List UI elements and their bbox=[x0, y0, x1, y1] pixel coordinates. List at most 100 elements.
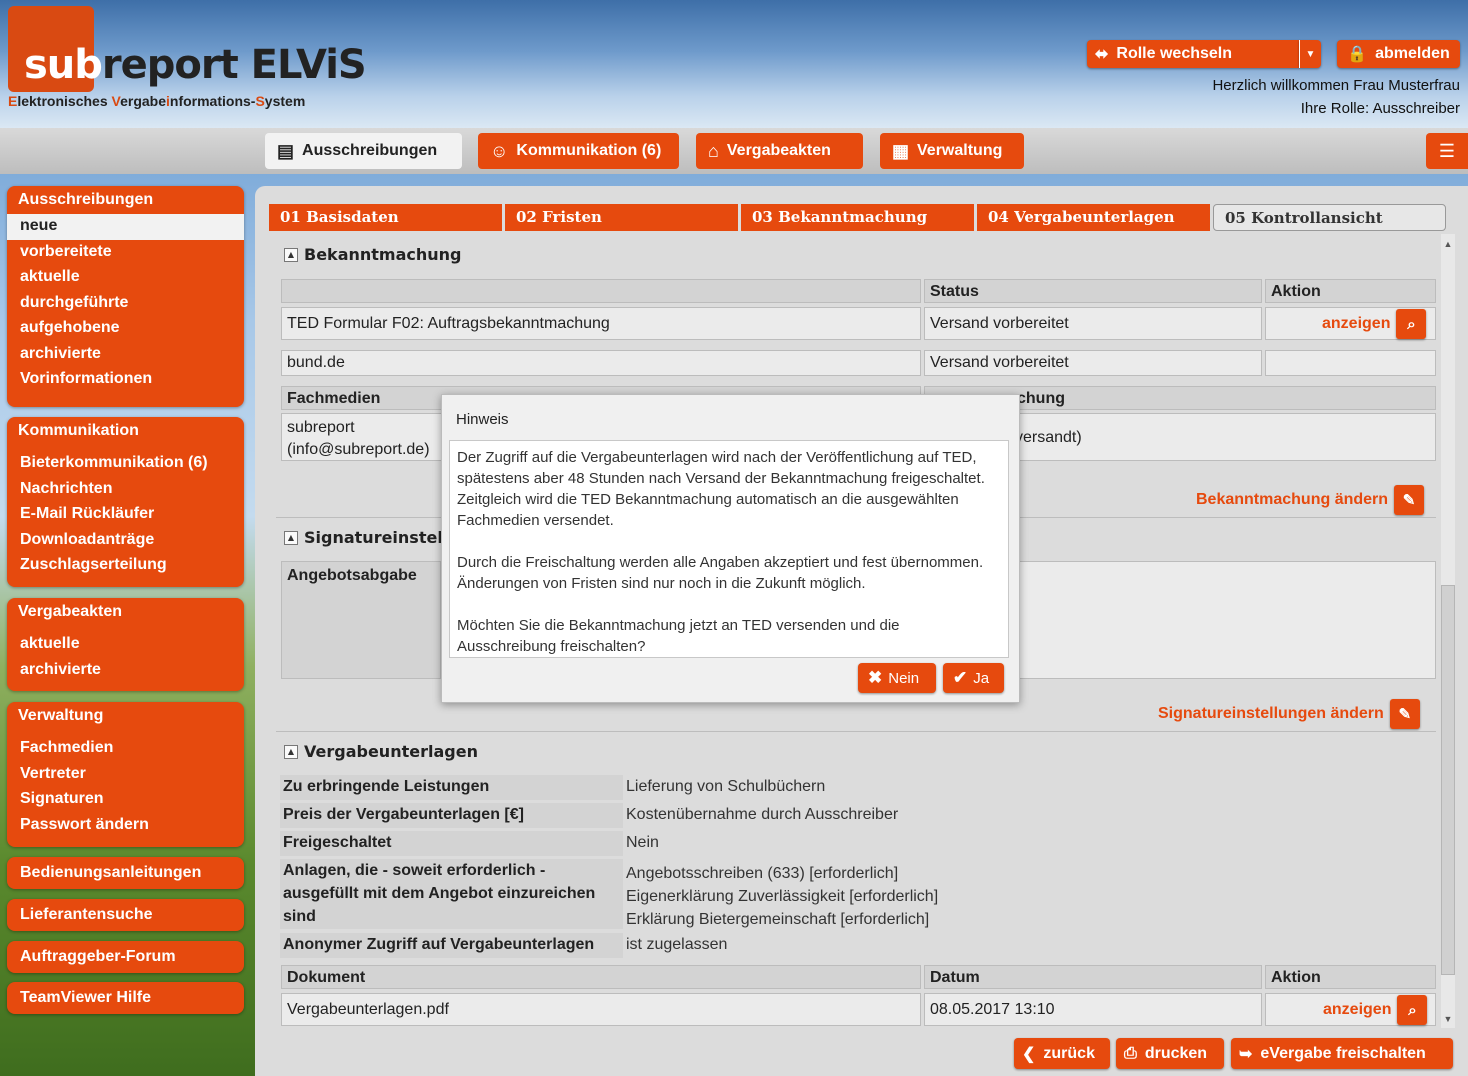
table-header-status: Status bbox=[924, 279, 1262, 303]
change-signatur-link[interactable]: Signatureinstellungen ändern ✎ bbox=[1158, 699, 1420, 729]
section-bekanntmachung[interactable]: ▲ Bekanntmachung bbox=[284, 245, 462, 264]
chevron-left-icon: ❮ bbox=[1022, 1045, 1036, 1063]
doc-header-dokument: Dokument bbox=[281, 965, 921, 989]
calendar-grid-icon: ▦ bbox=[892, 140, 910, 161]
sidebar-item-archivierte[interactable]: archivierte bbox=[7, 658, 244, 684]
doc-cell-name: Vergabeunterlagen.pdf bbox=[281, 993, 921, 1026]
subtitle-part: nformations- bbox=[169, 93, 256, 109]
table-cell-status: Versand vorbereitet bbox=[924, 307, 1262, 340]
app-logo: subreport ELViS bbox=[24, 42, 367, 88]
step-tab-bekanntmachung[interactable]: 03 Bekanntmachung bbox=[741, 204, 974, 231]
step-tab-vergabeunterlagen[interactable]: 04 Vergabeunterlagen bbox=[977, 204, 1210, 231]
sidebar-link-teamviewer-hilfe[interactable]: TeamViewer Hilfe bbox=[7, 982, 244, 1014]
nav-tab-ausschreibungen[interactable]: ▤ Ausschreibungen bbox=[265, 133, 462, 169]
section-title-text: Bekanntmachung bbox=[304, 245, 462, 264]
nav-tab-label: Verwaltung bbox=[917, 142, 1003, 159]
scrollbar-thumb[interactable] bbox=[1441, 585, 1455, 975]
user-chat-icon: ☺ bbox=[490, 140, 509, 161]
section-title-text: Signatureinstellu bbox=[304, 528, 460, 547]
doc-cell-date: 08.05.2017 13:10 bbox=[924, 993, 1262, 1026]
anlage-item: Eigenerklärung Zuverlässigkeit [erforder… bbox=[626, 888, 939, 905]
section-vergabeunterlagen[interactable]: ▲ Vergabeunterlagen bbox=[284, 742, 478, 761]
field-value: ist zugelassen bbox=[626, 936, 728, 953]
nav-tab-vergabeakten[interactable]: ⌂ Vergabeakten bbox=[696, 133, 863, 169]
anlagen-label-line: ausgefüllt mit dem Angebot einzureichen bbox=[283, 885, 596, 902]
field-label: Anonymer Zugriff auf Vergabeunterlagen bbox=[280, 933, 623, 958]
preview-icon[interactable]: ⌕ bbox=[1396, 309, 1427, 339]
sidebar-item-vertreter[interactable]: Vertreter bbox=[7, 762, 244, 788]
sidebar-item-aktuelle[interactable]: aktuelle bbox=[7, 632, 244, 658]
change-link-label: Signatureinstellungen ändern bbox=[1158, 705, 1384, 722]
show-ted-link[interactable]: anzeigen ⌕ bbox=[1322, 309, 1427, 339]
scroll-down-arrow[interactable]: ▼ bbox=[1441, 1012, 1455, 1026]
release-button[interactable]: ➥ eVergabe freischalten bbox=[1231, 1038, 1453, 1069]
sidebar-item-archivierte[interactable]: archivierte bbox=[7, 342, 244, 368]
dialog-paragraph: Möchten Sie die Bekanntmachung jetzt an … bbox=[457, 617, 900, 655]
nav-tab-kommunikation[interactable]: ☺ Kommunikation (6) bbox=[478, 133, 679, 169]
section-signatur[interactable]: ▲ Signatureinstellu bbox=[284, 528, 460, 547]
collapse-icon[interactable]: ▲ bbox=[284, 530, 298, 545]
role-dropdown-toggle[interactable]: ▼ bbox=[1299, 40, 1321, 68]
sidebar-item-bieterkommunikation[interactable]: Bieterkommunikation (6) bbox=[7, 451, 244, 477]
scroll-up-arrow[interactable]: ▲ bbox=[1441, 237, 1455, 251]
nav-tab-verwaltung[interactable]: ▦ Verwaltung bbox=[880, 133, 1024, 169]
change-bekanntmachung-link[interactable]: Bekanntmachung ändern ✎ bbox=[1196, 485, 1425, 515]
role-text: Ihre Rolle: Ausschreiber bbox=[1300, 100, 1460, 117]
collapse-icon[interactable]: ▲ bbox=[284, 247, 298, 262]
collapse-icon[interactable]: ▲ bbox=[284, 744, 298, 759]
sidebar-group-verwaltung: Verwaltung Fachmedien Vertreter Signatur… bbox=[7, 702, 244, 847]
close-icon: ✖ bbox=[868, 668, 883, 687]
list-menu-button[interactable]: ☰ bbox=[1426, 133, 1468, 169]
sidebar-item-zuschlagserteilung[interactable]: Zuschlagserteilung bbox=[7, 553, 244, 579]
sidebar-item-aufgehobene[interactable]: aufgehobene bbox=[7, 316, 244, 342]
sidebar-group-vergabeakten: Vergabeakten aktuelle archivierte bbox=[7, 598, 244, 691]
step-tab-kontrollansicht[interactable]: 05 Kontrollansicht bbox=[1213, 204, 1446, 231]
print-label: drucken bbox=[1144, 1044, 1208, 1062]
logout-button[interactable]: 🔒 abmelden bbox=[1337, 40, 1460, 68]
dialog-yes-button[interactable]: ✔ Ja bbox=[943, 663, 1004, 693]
sidebar-group-ausschreibungen: Ausschreibungen neue vorbereitete aktuel… bbox=[7, 186, 244, 407]
chevron-down-icon: ▼ bbox=[1305, 48, 1316, 60]
sidebar-group-title: Ausschreibungen bbox=[18, 191, 154, 208]
sidebar-item-aktuelle[interactable]: aktuelle bbox=[7, 265, 244, 291]
sidebar-link-bedienungsanleitungen[interactable]: Bedienungsanleitungen bbox=[7, 857, 244, 889]
sidebar-item-passwort-aendern[interactable]: Passwort ändern bbox=[7, 813, 244, 839]
step-tab-fristen[interactable]: 02 Fristen bbox=[505, 204, 738, 231]
show-link-label: anzeigen bbox=[1322, 315, 1391, 332]
pencil-icon[interactable]: ✎ bbox=[1389, 699, 1420, 729]
sidebar-item-neue[interactable]: neue bbox=[7, 214, 244, 240]
subtitle-part: S bbox=[255, 93, 265, 109]
sidebar-item-vorinformationen[interactable]: Vorinformationen bbox=[7, 367, 244, 393]
dialog-no-button[interactable]: ✖ Nein bbox=[858, 663, 936, 693]
print-button[interactable]: ⎙ drucken bbox=[1116, 1038, 1224, 1069]
sidebar-item-vorbereitete[interactable]: vorbereitete bbox=[7, 240, 244, 266]
table-header-aktion: Aktion bbox=[1265, 279, 1436, 303]
sidebar-link-auftraggeber-forum[interactable]: Auftraggeber-Forum bbox=[7, 941, 244, 973]
release-label: eVergabe freischalten bbox=[1260, 1044, 1426, 1062]
subtitle-part: ystem bbox=[264, 93, 306, 109]
role-switch-label: Rolle wechseln bbox=[1116, 45, 1232, 62]
nav-tab-label: Kommunikation (6) bbox=[516, 142, 662, 159]
arrows-icon: ⬌ bbox=[1095, 46, 1109, 63]
logo-part2: report ELViS bbox=[101, 42, 367, 88]
sidebar-item-email-ruecklaeufer[interactable]: E-Mail Rückläufer bbox=[7, 502, 244, 528]
release-icon: ➥ bbox=[1239, 1045, 1253, 1063]
back-button[interactable]: ❮ zurück bbox=[1014, 1038, 1110, 1069]
sidebar-item-signaturen[interactable]: Signaturen bbox=[7, 787, 244, 813]
show-document-link[interactable]: anzeigen ⌕ bbox=[1323, 995, 1428, 1025]
table-cell-name: TED Formular F02: Auftragsbekanntmachung bbox=[281, 307, 921, 340]
pencil-icon[interactable]: ✎ bbox=[1394, 485, 1425, 515]
sidebar-item-downloadantraege[interactable]: Downloadanträge bbox=[7, 528, 244, 554]
sidebar-item-nachrichten[interactable]: Nachrichten bbox=[7, 477, 244, 503]
dialog-message: Der Zugriff auf die Vergabeunterlagen wi… bbox=[449, 440, 1009, 658]
sidebar-item-durchgefuehrte[interactable]: durchgeführte bbox=[7, 291, 244, 317]
yes-label: Ja bbox=[973, 669, 990, 687]
step-tab-basisdaten[interactable]: 01 Basisdaten bbox=[269, 204, 502, 231]
sidebar-link-lieferantensuche[interactable]: Lieferantensuche bbox=[7, 899, 244, 931]
role-switch-button[interactable]: ⬌ Rolle wechseln bbox=[1087, 40, 1299, 68]
printer-icon: ⎙ bbox=[1124, 1044, 1137, 1062]
logo-subtitle: Elektronisches Vergabeinformations-Syste… bbox=[8, 93, 305, 109]
sidebar-item-fachmedien[interactable]: Fachmedien bbox=[7, 736, 244, 762]
preview-icon[interactable]: ⌕ bbox=[1397, 995, 1428, 1025]
subtitle-part: V bbox=[111, 93, 121, 109]
